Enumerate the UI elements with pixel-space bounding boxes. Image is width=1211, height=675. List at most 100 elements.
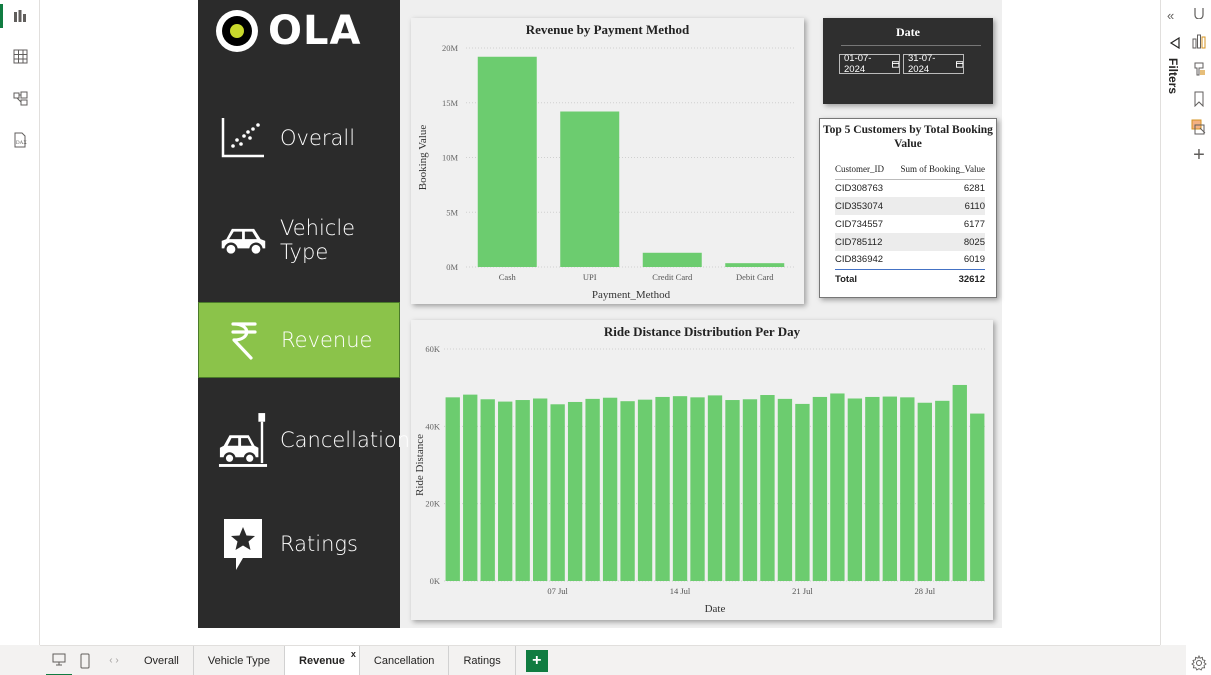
tab-cancellation[interactable]: Cancellation bbox=[360, 645, 450, 675]
y-tick-label: 10M bbox=[442, 153, 459, 163]
table-row[interactable]: CID836942 6019 bbox=[835, 251, 985, 269]
bar bbox=[637, 399, 653, 581]
powerbi-app: DAX OLA Overall Vehicle Type Revenue Can… bbox=[0, 0, 1211, 675]
table-row[interactable]: CID734557 6177 bbox=[835, 215, 985, 233]
bar bbox=[725, 400, 740, 581]
tab-revenue-label: Revenue bbox=[299, 654, 345, 667]
booking-value-cell: 6177 bbox=[963, 218, 985, 230]
y-tick-label: 5M bbox=[446, 207, 458, 217]
x-tick-label: 07 Jul bbox=[547, 586, 568, 596]
start-date-field[interactable]: 01-07-2024 bbox=[839, 53, 900, 75]
rupee-icon bbox=[219, 315, 269, 365]
bar bbox=[725, 263, 785, 267]
x-axis-label: Payment_Method bbox=[592, 289, 671, 301]
y-tick-label: 40K bbox=[425, 421, 441, 431]
tab-ratings[interactable]: Ratings bbox=[449, 645, 516, 675]
bar bbox=[812, 396, 828, 581]
add-pane-icon[interactable]: + bbox=[1190, 144, 1208, 166]
end-date-value: 31-07-2024 bbox=[908, 53, 936, 75]
booking-value-cell: 8025 bbox=[890, 233, 985, 251]
calendar-icon bbox=[955, 61, 963, 68]
total-value: 32612 bbox=[890, 268, 985, 289]
calendar-icon bbox=[891, 61, 899, 68]
bar bbox=[532, 398, 548, 581]
table-total-row: Total 32612 bbox=[835, 268, 985, 289]
nav-item-vehicle-type[interactable]: Vehicle Type bbox=[198, 202, 400, 278]
collapse-pane-icon[interactable] bbox=[1190, 4, 1208, 22]
column-header-customer-id[interactable]: Customer_ID bbox=[835, 159, 891, 180]
mobile-layout-icon[interactable] bbox=[72, 646, 98, 675]
bar bbox=[672, 396, 688, 581]
settings-gear-icon[interactable] bbox=[1190, 654, 1208, 672]
x-tick-label: Credit Card bbox=[652, 272, 693, 282]
navigation-panel: OLA Overall Vehicle Type Revenue Cancell… bbox=[198, 0, 410, 628]
bar bbox=[917, 402, 932, 581]
table-row[interactable]: CID353074 6110 bbox=[835, 197, 985, 215]
report-canvas: OLA Overall Vehicle Type Revenue Cancell… bbox=[40, 0, 1160, 645]
nav-item-label: Vehicle Type bbox=[280, 216, 356, 264]
nav-item-label: Cancellation bbox=[280, 428, 411, 452]
tab-overall[interactable]: Overall bbox=[130, 645, 194, 675]
total-label: Total bbox=[835, 268, 891, 289]
model-view-icon[interactable] bbox=[6, 84, 34, 112]
report-view-icon[interactable] bbox=[0, 2, 34, 30]
table-title-line1: Top 5 Customers by Total Booking bbox=[823, 124, 993, 136]
nav-item-cancellation[interactable]: Cancellation bbox=[198, 402, 410, 478]
dax-query-icon[interactable]: DAX bbox=[6, 126, 34, 154]
bar bbox=[655, 396, 670, 581]
customers-table: Customer_ID Sum of Booking_Value CID3087… bbox=[835, 159, 985, 289]
page-tab-bar: ‹ › Overall Vehicle Type Revenue x Cance… bbox=[40, 645, 1160, 675]
add-page-button[interactable]: + bbox=[525, 649, 548, 672]
end-date-field[interactable]: 31-07-2024 bbox=[903, 53, 964, 75]
bar bbox=[777, 398, 793, 581]
table-row[interactable]: CID308763 6281 bbox=[835, 179, 985, 197]
filters-pane-collapsed[interactable]: « Filters bbox=[1160, 0, 1186, 645]
bar bbox=[935, 400, 950, 581]
booking-value-cell: 6110 bbox=[890, 197, 985, 215]
nav-item-ratings[interactable]: Ratings bbox=[198, 506, 400, 582]
y-tick-label: 20K bbox=[425, 499, 441, 509]
x-tick-label: UPI bbox=[583, 272, 597, 282]
revenue-by-payment-chart[interactable]: Revenue by Payment Method 0M 5M 10M 15M 20M C… bbox=[411, 18, 804, 304]
tab-scroll-arrows-icon[interactable]: ‹ › bbox=[98, 655, 130, 666]
nav-item-label: Ratings bbox=[280, 532, 358, 556]
star-chat-icon bbox=[218, 519, 268, 570]
tab-vehicle-type[interactable]: Vehicle Type bbox=[194, 645, 286, 675]
format-painter-icon[interactable] bbox=[1190, 60, 1208, 78]
bar bbox=[690, 397, 705, 581]
date-range-slider[interactable] bbox=[841, 45, 981, 46]
customer-id-cell: CID308763 bbox=[835, 182, 884, 194]
bookmark-icon[interactable] bbox=[1190, 90, 1208, 108]
table-row[interactable]: CID785112 8025 bbox=[835, 233, 985, 251]
customer-id-cell: CID785112 bbox=[835, 233, 891, 251]
close-tab-icon[interactable]: x bbox=[351, 649, 356, 659]
tab-revenue[interactable]: Revenue x bbox=[285, 645, 360, 675]
ride-distance-chart[interactable]: Ride Distance Distribution Per Day 0K 20K… bbox=[411, 320, 993, 620]
visualizations-icon[interactable] bbox=[1190, 32, 1208, 50]
bar bbox=[882, 396, 898, 581]
report-page: OLA Overall Vehicle Type Revenue Cancell… bbox=[198, 0, 1002, 628]
y-tick-label: 0M bbox=[446, 262, 458, 272]
bar bbox=[602, 397, 618, 581]
bar bbox=[550, 404, 565, 581]
top-customers-table[interactable]: Top 5 Customers by Total Booking Value C… bbox=[819, 118, 997, 298]
nav-item-revenue[interactable]: Revenue bbox=[198, 302, 400, 378]
table-title-line2: Value bbox=[894, 138, 922, 150]
desktop-layout-icon[interactable] bbox=[46, 646, 72, 675]
expand-chevron-icon[interactable]: « bbox=[1167, 8, 1174, 23]
bar bbox=[830, 393, 845, 581]
y-tick-label: 15M bbox=[442, 98, 459, 108]
bar bbox=[642, 252, 702, 267]
nav-item-overall[interactable]: Overall bbox=[198, 100, 400, 176]
column-header-booking-value[interactable]: Sum of Booking_Value bbox=[890, 159, 985, 180]
table-view-icon[interactable] bbox=[6, 42, 34, 70]
bar bbox=[970, 413, 985, 581]
bar bbox=[707, 395, 723, 581]
bar bbox=[847, 398, 863, 581]
y-tick-label: 0K bbox=[430, 576, 441, 586]
selection-pane-icon[interactable] bbox=[1190, 118, 1208, 136]
bar bbox=[760, 395, 775, 581]
bar bbox=[900, 397, 915, 581]
bar bbox=[477, 56, 537, 268]
bar bbox=[952, 384, 967, 581]
